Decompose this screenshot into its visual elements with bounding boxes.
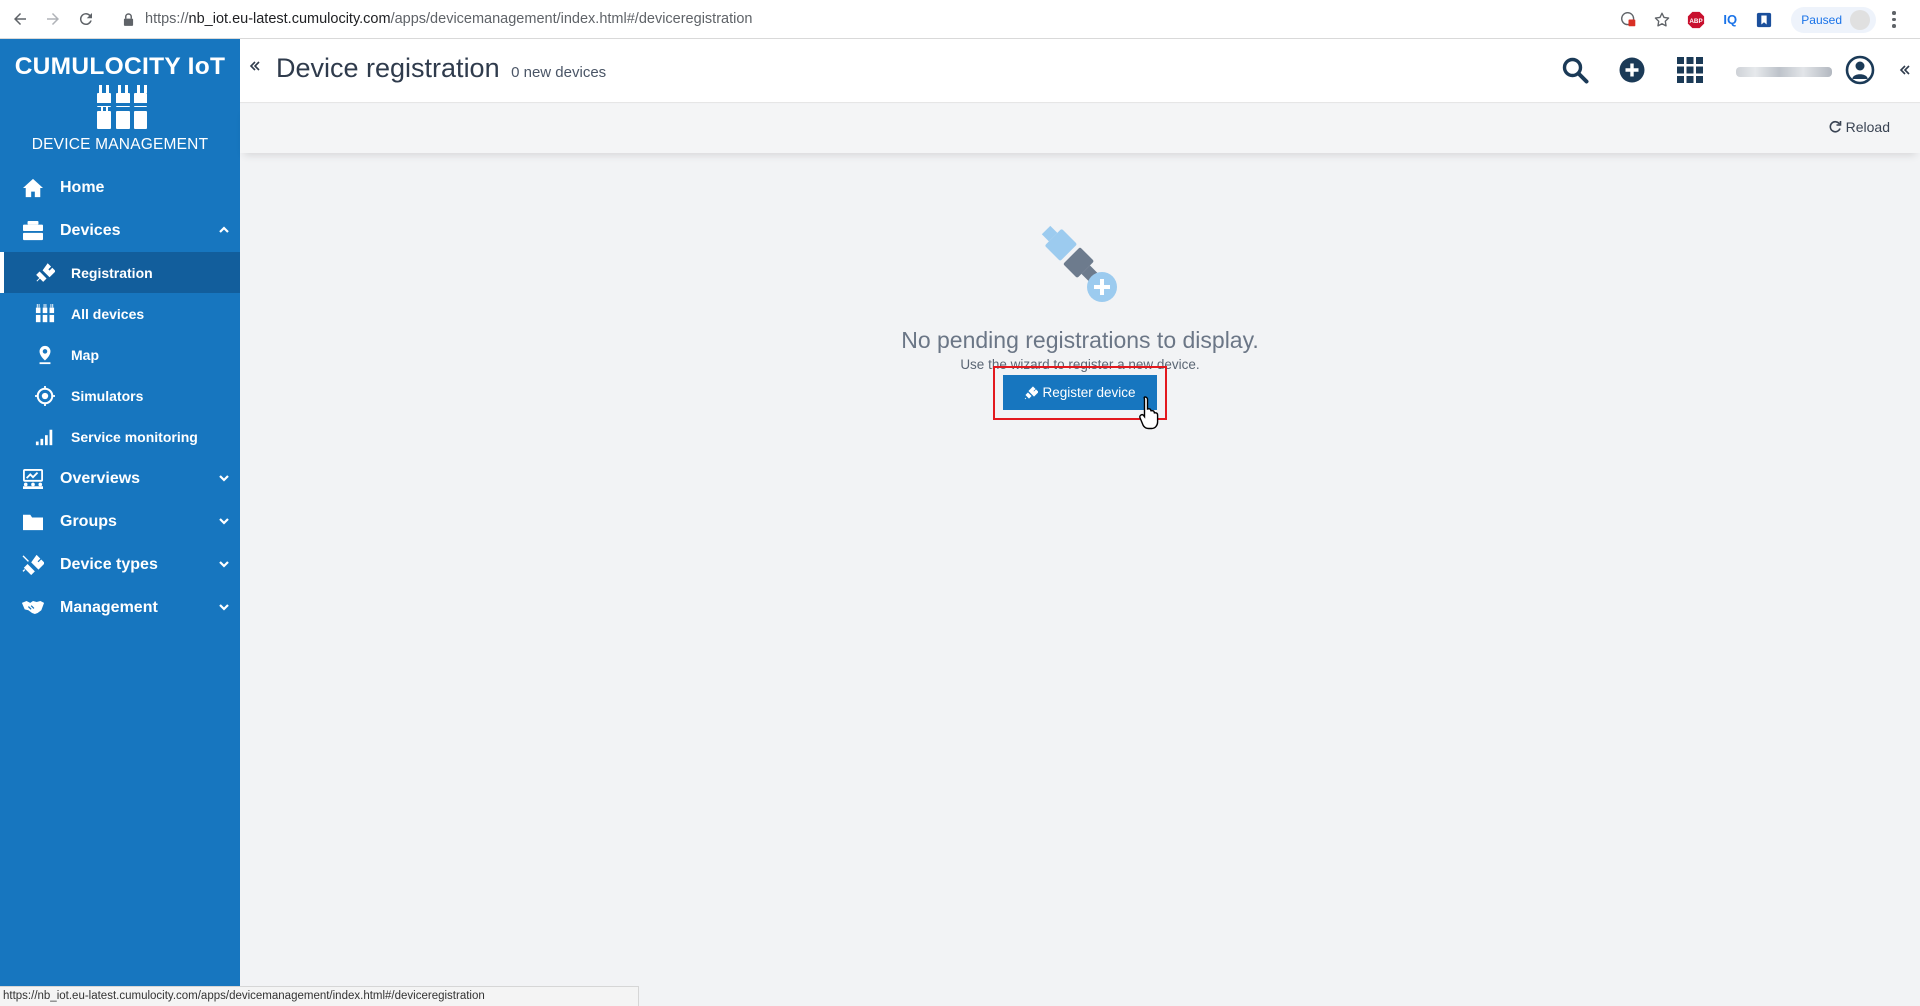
action-bar: Reload [240,104,1920,153]
sidebar-item-label: Map [71,346,99,363]
chevron-down-icon[interactable] [218,601,230,613]
url-host: nb_iot.eu-latest.cumulocity.com [188,11,391,27]
sidebar-item-simulators[interactable]: Simulators [0,375,240,416]
sidebar-item-registration[interactable]: Registration [0,252,240,293]
sidebar-item-management[interactable]: Management [0,586,240,629]
sidebar-item-label: Simulators [71,387,144,404]
bookmark-extension-icon[interactable] [1753,9,1775,31]
sidebar-item-all-devices[interactable]: All devices [0,293,240,334]
app-name: DEVICE MANAGEMENT [31,136,209,153]
sidebar-item-label: Management [60,598,158,616]
sidebar-item-label: Registration [71,264,153,281]
user-name-blurred[interactable] [1736,67,1832,77]
sidebar-item-map[interactable]: Map [0,334,240,375]
register-device-button[interactable]: Register device [1003,375,1157,410]
app-switcher-icon[interactable] [1673,53,1707,87]
brand: CUMULOCITY IoT DEVICE MANAGEMENT [0,39,240,166]
devices-icon [20,219,46,243]
profile-paused-button[interactable]: Paused [1791,6,1876,33]
chevron-up-icon[interactable] [218,224,230,236]
device-management-icon [97,85,147,129]
sidebar-item-label: Overviews [60,469,141,487]
home-icon [20,176,46,200]
page-header: Device registration 0 new devices [240,39,1920,103]
chevron-down-icon[interactable] [218,472,230,484]
translate-extension-icon[interactable] [1617,9,1639,31]
browser-status-bar: https://nb_iot.eu-latest.cumulocity.com/… [0,986,639,1006]
device-types-icon [20,553,46,577]
refresh-icon [1829,120,1841,133]
sidebar-item-label: Devices [60,221,121,239]
sidebar-item-home[interactable]: Home [0,166,240,209]
sidebar-item-device-types[interactable]: Device types [0,543,240,586]
sidebar-item-service-monitoring[interactable]: Service monitoring [0,416,240,457]
sidebar-item-label: Home [60,178,105,196]
collapse-right-drawer-icon[interactable] [1898,63,1912,77]
add-icon[interactable] [1615,53,1649,87]
collapse-sidebar-icon[interactable] [248,59,262,73]
plug-add-icon [1041,225,1117,302]
handshake-icon [20,596,46,620]
page-title: Device registration 0 new devices [276,53,606,84]
browser-menu-icon[interactable] [1886,9,1902,31]
browser-toolbar: https://nb_iot.eu-latest.cumulocity.com/… [0,0,1920,39]
sidebar-item-label: Device types [60,555,158,573]
bookmark-star-icon[interactable] [1651,9,1673,31]
url-scheme: https:// [145,11,189,27]
address-bar[interactable]: https://nb_iot.eu-latest.cumulocity.com/… [145,11,752,27]
folder-icon [20,510,46,534]
plug-icon [1025,385,1039,399]
paused-label: Paused [1801,12,1842,27]
sidebar-item-overviews[interactable]: Overviews [0,457,240,500]
reload-button[interactable]: Reload [1828,119,1890,135]
brand-logo: CUMULOCITY IoT [14,53,226,80]
empty-state-title: No pending registrations to display. [901,327,1259,353]
new-devices-count: 0 new devices [511,64,607,81]
mouse-cursor-icon [1139,396,1159,430]
url-path: /apps/devicemanagement/index.html#/devic… [390,11,753,27]
empty-state: No pending registrations to display. Use… [240,200,1920,420]
adblock-label: ABP [1690,17,1703,24]
sidebar-item-label: All devices [71,305,145,322]
adblock-extension-icon[interactable]: ABP [1685,9,1707,31]
reload-label: Reload [1845,119,1890,135]
sidebar-item-groups[interactable]: Groups [0,500,240,543]
refresh-icon[interactable] [73,6,99,32]
sidebar: CUMULOCITY IoT DEVICE MANAGEMENT Home De… [0,39,240,1006]
iq-label: IQ [1723,12,1738,27]
chevron-down-icon[interactable] [218,515,230,527]
lock-icon [121,12,135,26]
simulator-icon [34,385,56,407]
avatar [1850,9,1870,30]
search-icon[interactable] [1558,53,1592,87]
map-pin-icon [34,344,56,366]
plug-icon [34,262,56,284]
signal-bars-icon [34,426,56,448]
user-icon[interactable] [1843,53,1877,87]
iq-extension-icon[interactable]: IQ [1719,9,1741,31]
page-title-text: Device registration [276,53,500,83]
forward-icon[interactable] [40,6,66,32]
sidebar-item-label: Groups [60,512,117,530]
sidebar-item-label: Service monitoring [71,428,198,445]
devices-grid-icon [34,303,56,325]
chevron-down-icon[interactable] [218,558,230,570]
register-device-label: Register device [1042,385,1136,400]
sidebar-item-devices[interactable]: Devices [0,209,240,252]
overviews-icon [20,467,46,491]
back-icon[interactable] [7,6,33,32]
